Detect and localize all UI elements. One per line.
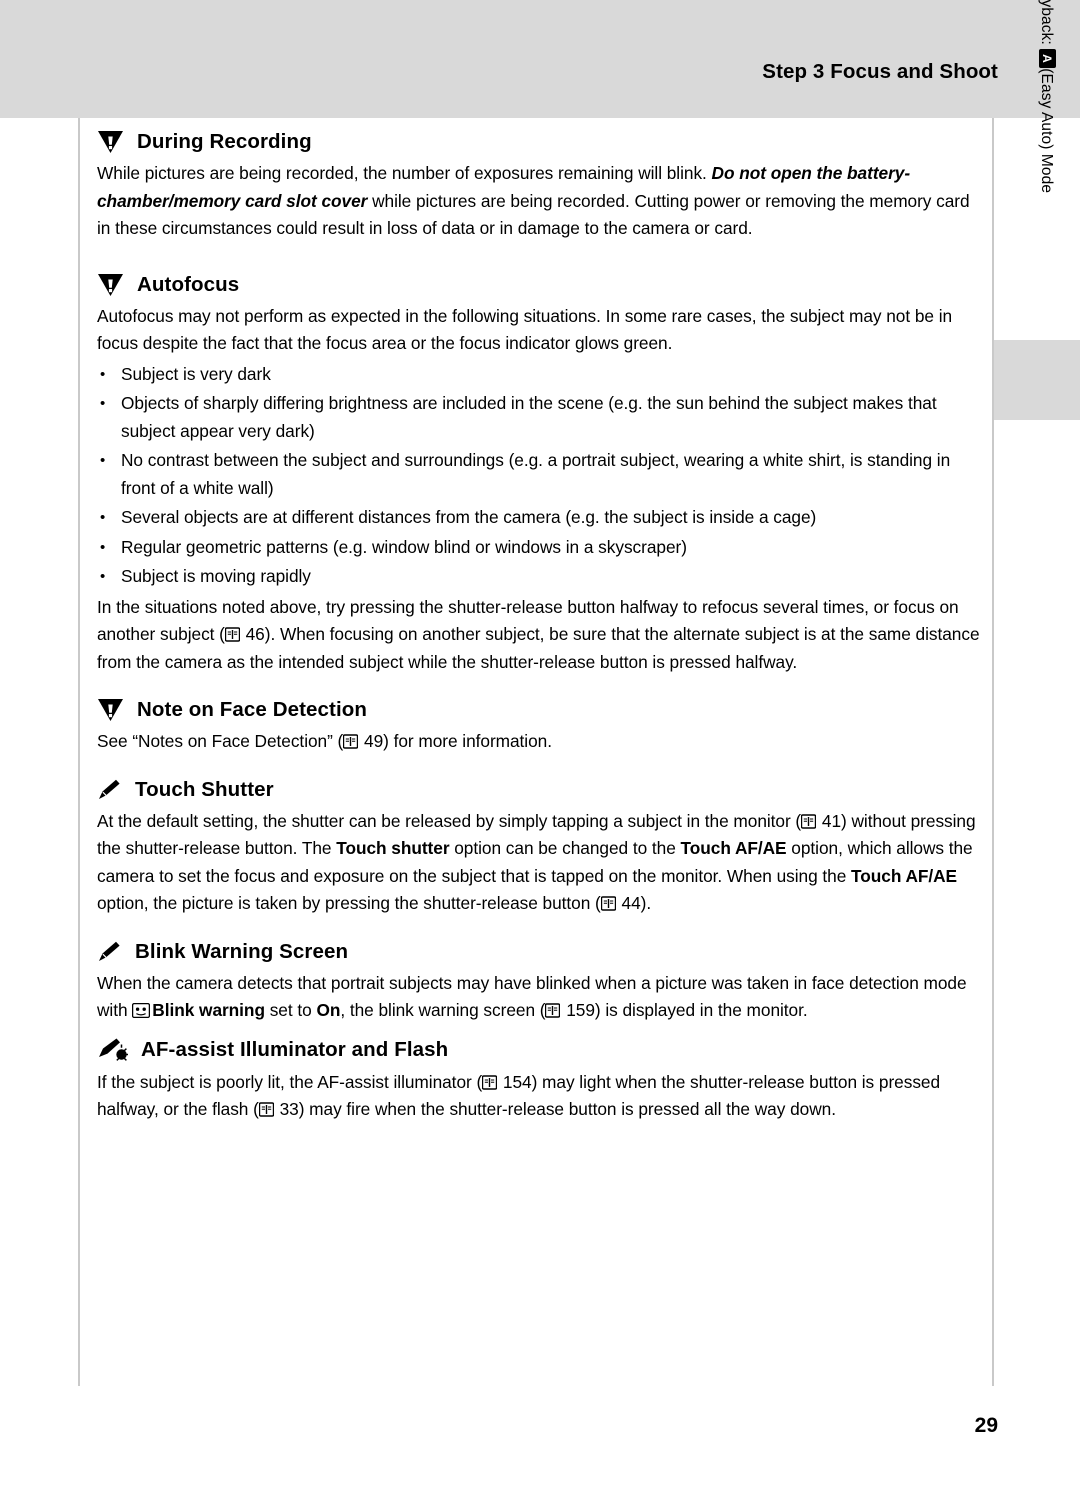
document-page: Step 3 Focus and Shoot Basic Photography… xyxy=(0,0,1080,1486)
left-margin-rule xyxy=(78,118,80,1386)
section-af-assist-illuminator-and-flash: AF-assist Illuminator and Flash If the s… xyxy=(97,1037,982,1124)
section-heading: Touch Shutter xyxy=(97,778,982,802)
text-run: See “Notes on Face Detection” ( xyxy=(97,731,344,751)
side-chapter-label: Basic Photography and Playback: A (Easy … xyxy=(1034,0,1056,430)
text-run-bold: Blink warning xyxy=(152,1000,265,1020)
list-item: Objects of sharply differing brightness … xyxy=(97,390,982,445)
list-item: Subject is very dark xyxy=(97,361,982,389)
text-run-bold: Touch AF/AE xyxy=(680,838,787,858)
section-title: Touch Shutter xyxy=(135,777,274,801)
page-reference-icon xyxy=(482,1074,498,1090)
text-run: , the blink warning screen ( xyxy=(340,1000,546,1020)
warning-icon xyxy=(97,273,124,297)
text-run: 44). xyxy=(616,893,652,913)
text-run: 49) for more information. xyxy=(359,731,552,751)
blink-warning-icon xyxy=(132,999,151,1019)
text-run-bold: On xyxy=(316,1000,341,1020)
section-title: Autofocus xyxy=(137,272,240,296)
text-run: set to xyxy=(264,1000,317,1020)
section-title: Blink Warning Screen xyxy=(135,939,349,963)
pencil-icon xyxy=(97,940,122,964)
warning-icon xyxy=(97,130,124,154)
right-margin-rule xyxy=(992,118,994,1386)
text-run: 159) is displayed in the monitor. xyxy=(561,1000,808,1020)
list-item: No contrast between the subject and surr… xyxy=(97,447,982,502)
text-run: At the default setting, the shutter can … xyxy=(97,810,802,831)
list-item: Subject is moving rapidly xyxy=(97,563,982,591)
side-chapter-label-part2: (Easy Auto) Mode xyxy=(1038,68,1055,194)
pencil-icon xyxy=(97,778,122,802)
list-item: Regular geometric patterns (e.g. window … xyxy=(97,534,982,562)
section-during-recording: During Recording While pictures are bein… xyxy=(97,130,982,243)
text-run: 33) may fire when the shutter-release bu… xyxy=(274,1099,836,1119)
page-reference-icon xyxy=(258,1102,274,1117)
section-heading: Note on Face Detection xyxy=(97,698,982,722)
page-reference-icon xyxy=(343,734,359,749)
text-run: option, the picture is taken by pressing… xyxy=(97,893,601,913)
section-paragraph: At the default setting, the shutter can … xyxy=(97,808,982,918)
section-intro-paragraph: Autofocus may not perform as expected in… xyxy=(97,305,953,354)
side-chapter-label-part1: Basic Photography and Playback: xyxy=(1038,0,1055,49)
section-paragraph: If the subject is poorly lit, the AF-ass… xyxy=(97,1069,982,1124)
section-heading: AF-assist Illuminator and Flash xyxy=(97,1037,982,1063)
text-run: While pictures are being recorded, the n… xyxy=(97,163,712,183)
section-blink-warning-screen: Blink Warning Screen When the camera det… xyxy=(97,940,982,1025)
section-title: During Recording xyxy=(137,130,312,153)
page-reference-icon xyxy=(600,896,616,911)
section-title: AF-assist Illuminator and Flash xyxy=(141,1037,449,1061)
text-run-bold: Touch AF/AE xyxy=(851,865,958,886)
text-run: If the subject is poorly lit, the AF-ass… xyxy=(97,1071,483,1092)
section-heading: During Recording xyxy=(97,130,982,154)
warning-icon xyxy=(97,698,124,722)
text-run: option can be changed to the xyxy=(449,838,681,858)
section-paragraph: See “Notes on Face Detection” ( 49) for … xyxy=(97,728,982,756)
section-title: Note on Face Detection xyxy=(137,698,368,721)
section-autofocus: Autofocus Autofocus may not perform as e… xyxy=(97,273,982,677)
page-header-band xyxy=(0,0,1080,118)
section-outro-paragraph: In the situations noted above, try press… xyxy=(97,594,982,677)
page-number: 29 xyxy=(974,1414,998,1437)
section-heading: Autofocus xyxy=(97,273,982,297)
page-reference-icon xyxy=(545,1003,561,1018)
page-header-title: Step 3 Focus and Shoot xyxy=(762,60,998,83)
list-item: Several objects are at different distanc… xyxy=(97,504,982,532)
text-run-bold: Touch shutter xyxy=(336,838,450,858)
section-paragraph: While pictures are being recorded, the n… xyxy=(97,160,982,243)
easy-auto-icon: A xyxy=(1034,49,1056,69)
page-reference-icon xyxy=(801,813,817,829)
af-assist-icon xyxy=(97,1037,128,1063)
page-reference-icon xyxy=(224,627,240,642)
section-touch-shutter: Touch Shutter At the default setting, th… xyxy=(97,778,982,918)
section-note-on-face-detection: Note on Face Detection See “Notes on Fac… xyxy=(97,698,982,756)
section-paragraph: When the camera detects that portrait su… xyxy=(97,970,982,1025)
svg-text:A: A xyxy=(1040,54,1054,63)
section-heading: Blink Warning Screen xyxy=(97,940,982,964)
page-content: During Recording While pictures are bein… xyxy=(97,130,982,1124)
autofocus-bullet-list: Subject is very dark Objects of sharply … xyxy=(97,361,982,591)
